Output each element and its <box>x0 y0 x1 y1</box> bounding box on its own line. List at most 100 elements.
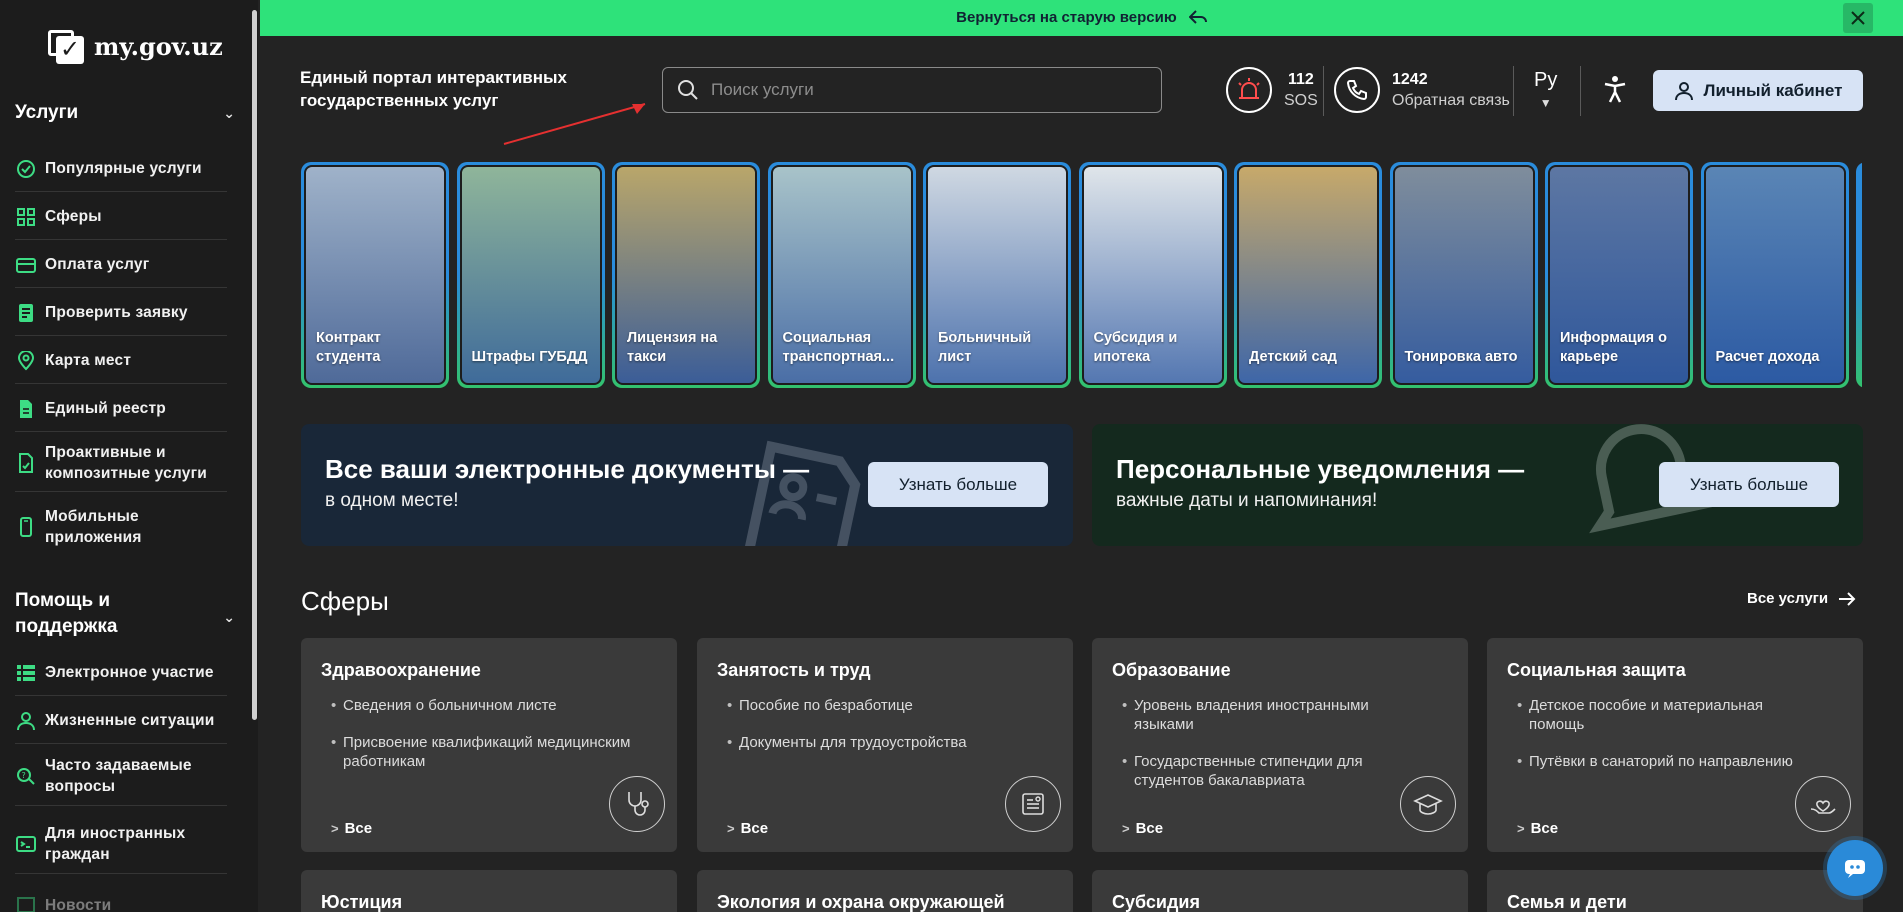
check-badge-icon <box>15 158 37 180</box>
sphere-card-subsidy[interactable]: Субсидия <box>1092 870 1468 912</box>
story-card[interactable]: Информация о карьере <box>1545 162 1693 388</box>
story-card[interactable]: Контракт студента <box>301 162 449 388</box>
sidebar-item-label: Мобильные приложения <box>45 508 142 546</box>
story-card[interactable]: Штрафы ГУБДД <box>456 162 605 388</box>
story-label: Субсидия и ипотека <box>1093 330 1178 365</box>
sidebar-item-life-situations[interactable]: Жизненные ситуации <box>15 698 227 744</box>
sidebar-item-popular[interactable]: Популярные услуги <box>15 146 227 192</box>
sidebar-item-registry[interactable]: Единый реестр <box>15 386 227 432</box>
logo-icon: ✓ <box>46 26 86 66</box>
sphere-card-social[interactable]: Социальная защита Детское пособие и мате… <box>1487 638 1863 852</box>
card-title: Занятость и труд <box>717 660 871 680</box>
card-all-link[interactable]: > Все <box>1517 820 1558 837</box>
section-title-spheres: Сферы <box>301 586 389 616</box>
story-card[interactable]: Лицензия на такси <box>612 162 760 388</box>
sidebar-scrollbar[interactable] <box>252 10 257 720</box>
sidebar-section-help[interactable]: Помощь и поддержка ⌄ <box>15 588 235 640</box>
card-link[interactable]: Документы для трудоустройства <box>727 733 1027 752</box>
banner-close-button[interactable] <box>1843 3 1873 33</box>
sidebar-item-label: Электронное участие <box>45 664 214 681</box>
promo-subtitle: в одном месте! <box>325 490 459 511</box>
card-link[interactable]: Пособие по безработице <box>727 696 1027 715</box>
logo[interactable]: ✓ my.gov.uz <box>46 26 223 66</box>
story-card[interactable]: Детский сад <box>1234 162 1382 388</box>
card-all-link[interactable]: > Все <box>1122 820 1163 837</box>
learn-more-button[interactable]: Узнать больше <box>868 462 1048 507</box>
sidebar-item-foreigners[interactable]: Для иностранных граждан <box>15 814 227 874</box>
card-title: Семья и дети <box>1507 892 1627 912</box>
card-link[interactable]: Детское пособие и материальная помощь <box>1517 696 1817 734</box>
story-card[interactable]: Субсидия и ипотека <box>1078 162 1227 388</box>
chat-button[interactable] <box>1827 840 1883 896</box>
sphere-card-employment[interactable]: Занятость и труд Пособие по безработице … <box>697 638 1073 852</box>
card-list: Уровень владения иностранными языками Го… <box>1122 696 1422 808</box>
sidebar-item-map[interactable]: Карта мест <box>15 338 227 384</box>
app-root: ✓ my.gov.uz Услуги ⌄ Популярные услуги С… <box>0 0 1903 912</box>
sidebar-item-e-participation[interactable]: Электронное участие <box>15 650 227 696</box>
story-image: Контракт студента <box>304 165 446 385</box>
sos-contact[interactable]: 112 SOS <box>1226 67 1318 113</box>
story-image: Информация о карьере <box>1548 165 1690 385</box>
sidebar-item-payment[interactable]: Оплата услуг <box>15 242 227 288</box>
personal-cabinet-button[interactable]: Личный кабинет <box>1653 70 1863 111</box>
card-link[interactable]: Сведения о больничном листе <box>331 696 631 715</box>
old-version-banner: Вернуться на старую версию <box>260 0 1903 36</box>
card-title: Субсидия <box>1112 892 1200 912</box>
story-label: Больничный лист <box>938 330 1032 365</box>
all-services-link[interactable]: Все услуги <box>1747 590 1856 607</box>
graduation-cap-icon <box>1400 776 1456 832</box>
story-card[interactable]: Больничный лист <box>923 162 1071 388</box>
card-link[interactable]: Присвоение квалификаций медицинским рабо… <box>331 733 631 771</box>
card-all-link[interactable]: > Все <box>331 820 372 837</box>
svg-text:?: ? <box>22 771 26 780</box>
feedback-contact[interactable]: 1242 Обратная связь <box>1334 67 1510 113</box>
accessibility-button[interactable] <box>1602 75 1628 108</box>
sidebar-item-spheres[interactable]: Сферы <box>15 194 227 240</box>
card-all-label: Все <box>344 820 373 837</box>
sidebar: ✓ my.gov.uz Услуги ⌄ Популярные услуги С… <box>0 0 258 912</box>
header-divider <box>1580 66 1581 116</box>
card-all-link[interactable]: > Все <box>727 820 768 837</box>
learn-more-button[interactable]: Узнать больше <box>1659 462 1839 507</box>
sidebar-section-services[interactable]: Услуги ⌄ <box>15 100 235 126</box>
sidebar-item-label: Жизненные ситуации <box>45 712 215 729</box>
sidebar-item-proactive[interactable]: Проактивные и композитные услуги <box>15 434 227 492</box>
sphere-card-justice[interactable]: Юстиция <box>301 870 677 912</box>
user-icon <box>15 710 37 732</box>
sphere-card-health[interactable]: Здравоохранение Сведения о больничном ли… <box>301 638 677 852</box>
portal-title-line: Единый портал интерактивных <box>300 68 567 87</box>
chevron-right-icon: > <box>727 821 735 836</box>
close-icon <box>1851 11 1865 25</box>
card-link[interactable]: Уровень владения иностранными языками <box>1122 696 1422 734</box>
story-card[interactable]: Тонировка авто <box>1389 162 1538 388</box>
news-icon <box>15 894 37 912</box>
promo-documents: Все ваши электронные документы — в одном… <box>301 424 1073 546</box>
card-title: Юстиция <box>321 892 403 912</box>
search-input[interactable]: Поиск услуги <box>662 67 1162 113</box>
caret-down-icon: ▼ <box>1539 96 1552 110</box>
story-card[interactable]: Расчет дохода <box>1700 162 1849 388</box>
sidebar-item-faq[interactable]: ? Часто задаваемые вопросы <box>15 746 227 806</box>
sphere-card-education[interactable]: Образование Уровень владения иностранным… <box>1092 638 1468 852</box>
language-selector[interactable]: Ру ▼ <box>1534 69 1557 110</box>
card-list: Детское пособие и материальная помощь Пу… <box>1517 696 1817 789</box>
story-label: Лицензия на такси <box>627 330 718 365</box>
story-card[interactable] <box>1856 162 1862 388</box>
sidebar-item-check-request[interactable]: Проверить заявку <box>15 290 227 336</box>
story-card[interactable]: Социальная транспортная... <box>767 162 916 388</box>
sidebar-item-mobile[interactable]: Мобильные приложения <box>15 498 227 556</box>
document-icon <box>15 398 37 420</box>
header-divider <box>1323 66 1324 116</box>
sphere-card-ecology[interactable]: Экология и охрана окружающей <box>697 870 1073 912</box>
story-label: Расчет дохода <box>1715 349 1820 365</box>
old-version-link[interactable]: Вернуться на старую версию <box>260 9 1903 26</box>
arrow-right-icon <box>1839 591 1856 606</box>
sphere-card-family[interactable]: Семья и дети <box>1487 870 1863 912</box>
card-link[interactable]: Государственные стипендии для студентов … <box>1122 752 1422 790</box>
siren-icon <box>1226 67 1272 113</box>
promo-notifications: Персональные уведомления — важные даты и… <box>1092 424 1863 546</box>
story-image: Больничный лист <box>926 165 1068 385</box>
sidebar-item-news[interactable]: Новости <box>15 882 227 912</box>
card-link[interactable]: Путёвки в санаторий по направлению <box>1517 752 1817 771</box>
sidebar-item-label: Часто задаваемые вопросы <box>45 756 192 795</box>
